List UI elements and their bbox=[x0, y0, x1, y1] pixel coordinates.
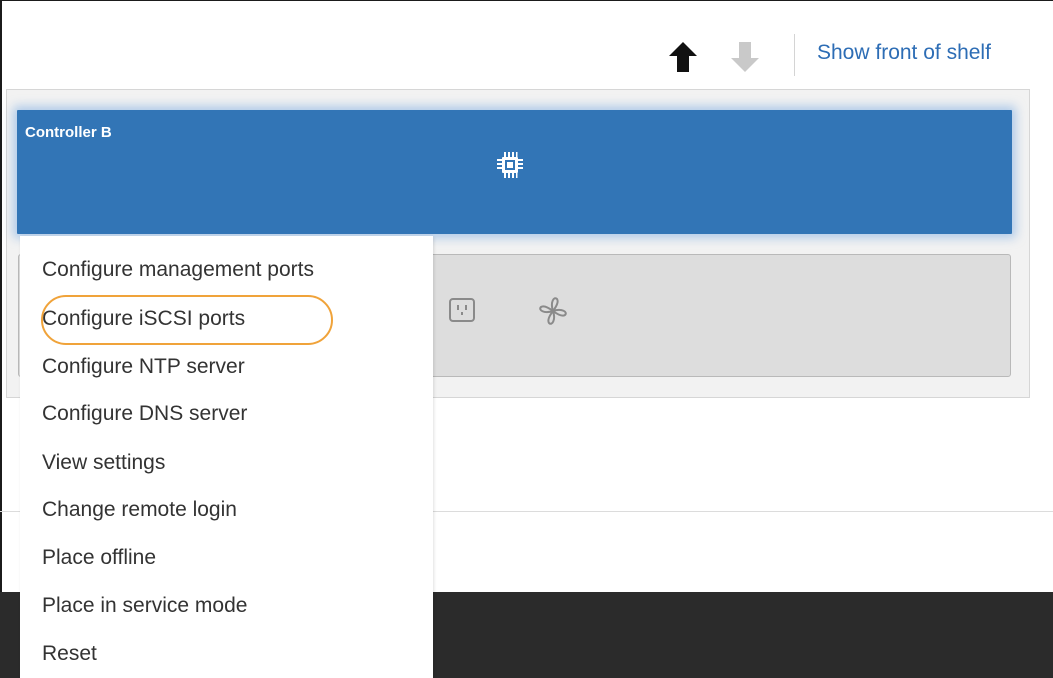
controller-title: Controller B bbox=[25, 124, 112, 141]
window-left-border bbox=[0, 0, 2, 678]
toolbar-divider bbox=[794, 34, 795, 76]
menu-item-place-in-service-mode[interactable]: Place in service mode bbox=[42, 594, 247, 618]
power-outlet-icon bbox=[448, 296, 476, 324]
menu-item-configure-iscsi-ports[interactable]: Configure iSCSI ports bbox=[42, 307, 245, 331]
menu-item-view-settings[interactable]: View settings bbox=[42, 451, 165, 475]
menu-item-configure-management-ports[interactable]: Configure management ports bbox=[42, 258, 314, 282]
chip-icon bbox=[495, 150, 525, 180]
menu-item-configure-ntp-server[interactable]: Configure NTP server bbox=[42, 355, 245, 379]
menu-item-configure-dns-server[interactable]: Configure DNS server bbox=[42, 402, 247, 426]
menu-item-change-remote-login[interactable]: Change remote login bbox=[42, 498, 237, 522]
arrow-up-icon[interactable] bbox=[668, 40, 698, 74]
window-top-border bbox=[0, 0, 1053, 1]
menu-item-place-offline[interactable]: Place offline bbox=[42, 546, 156, 570]
menu-item-reset[interactable]: Reset bbox=[42, 642, 97, 666]
show-front-of-shelf-link[interactable]: Show front of shelf bbox=[817, 41, 991, 65]
controller-card[interactable]: Controller B bbox=[17, 110, 1012, 234]
fan-icon bbox=[530, 294, 576, 328]
arrow-down-icon[interactable] bbox=[730, 40, 760, 74]
